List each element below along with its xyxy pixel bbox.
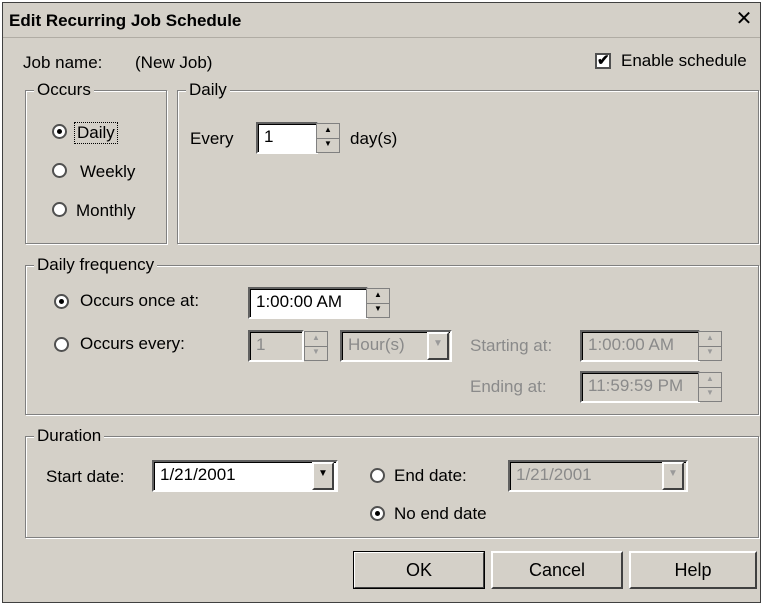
duration-legend: Duration [34,426,105,446]
daily-frequency-group: Daily frequency Occurs once at: 1:00:00 … [25,255,759,415]
monthly-radio[interactable] [52,202,67,217]
spin-up-icon[interactable]: ▲ [699,373,721,388]
every-days-spinner[interactable]: ▲ ▼ [316,123,340,153]
duration-group: Duration Start date: 1/21/2001 ▼ End dat… [25,426,759,538]
no-end-date-label[interactable]: No end date [394,504,487,524]
every-label: Every [190,129,234,148]
daily-legend: Daily [186,80,230,100]
chevron-down-icon[interactable]: ▼ [427,332,449,360]
occurs-once-time-input[interactable]: 1:00:00 AM [248,287,368,319]
occurs-every-interval-input[interactable]: 1 [248,330,304,362]
enable-schedule-checkbox[interactable]: ✔ [595,53,611,69]
start-date-label: Start date: [46,467,125,486]
end-date-radio[interactable] [370,468,385,483]
every-days-input[interactable]: 1 [256,122,318,154]
spin-down-icon[interactable]: ▼ [305,346,327,360]
weekly-radio-label[interactable]: Weekly [80,162,135,182]
starting-at-time-spinner[interactable]: ▲ ▼ [698,331,722,361]
chevron-down-icon[interactable]: ▼ [662,462,684,490]
occurs-every-interval-spinner[interactable]: ▲ ▼ [304,331,328,361]
spin-up-icon[interactable]: ▲ [305,332,327,347]
spin-down-icon[interactable]: ▼ [699,346,721,360]
spin-down-icon[interactable]: ▼ [367,303,389,317]
ok-button[interactable]: OK [353,551,485,589]
ending-at-time-spinner[interactable]: ▲ ▼ [698,372,722,402]
close-icon[interactable]: ✕ [734,9,754,29]
daily-radio-label[interactable]: Daily [74,122,118,144]
spin-down-icon[interactable]: ▼ [699,387,721,401]
job-name-value: (New Job) [135,53,213,72]
monthly-radio-label[interactable]: Monthly [76,201,136,221]
spin-down-icon[interactable]: ▼ [317,138,339,152]
edit-recurring-job-schedule-dialog: Edit Recurring Job Schedule ✕ Job name: … [2,2,761,603]
daily-radio[interactable] [52,124,67,139]
spin-up-icon[interactable]: ▲ [699,332,721,347]
help-button[interactable]: Help [629,551,757,589]
end-date-input[interactable]: 1/21/2001 [508,460,688,492]
ending-at-time-input[interactable]: 11:59:59 PM [580,371,700,403]
no-end-date-radio[interactable] [370,506,385,521]
daily-group: Daily Every 1 ▲ ▼ day(s) [177,80,759,244]
spin-up-icon[interactable]: ▲ [367,289,389,304]
weekly-radio[interactable] [52,163,67,178]
title-bar: Edit Recurring Job Schedule ✕ [3,3,760,38]
occurs-every-radio[interactable] [54,337,69,352]
occurs-once-radio[interactable] [54,294,69,309]
occurs-every-label[interactable]: Occurs every: [80,334,185,354]
starting-at-time-input[interactable]: 1:00:00 AM [580,330,700,362]
enable-schedule-label: Enable schedule [621,51,747,70]
cancel-button[interactable]: Cancel [491,551,623,589]
occurs-group: Occurs Daily Weekly Monthly [25,80,167,244]
occurs-once-label[interactable]: Occurs once at: [80,291,199,311]
ending-at-label: Ending at: [470,377,547,396]
occurs-once-time-spinner[interactable]: ▲ ▼ [366,288,390,318]
end-date-label[interactable]: End date: [394,466,467,486]
occurs-legend: Occurs [34,80,94,100]
daily-frequency-legend: Daily frequency [34,255,158,275]
spin-up-icon[interactable]: ▲ [317,124,339,139]
days-unit-label: day(s) [350,129,398,148]
job-name-label: Job name: [23,53,103,72]
window-title: Edit Recurring Job Schedule [9,11,242,30]
starting-at-label: Starting at: [470,336,553,355]
checkmark-icon: ✔ [597,52,610,69]
chevron-down-icon[interactable]: ▼ [312,462,334,490]
start-date-input[interactable]: 1/21/2001 [152,460,338,492]
